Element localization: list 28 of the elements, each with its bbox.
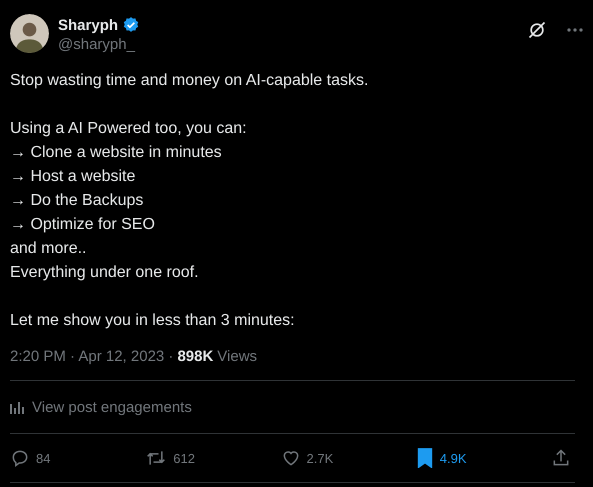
post-text-line: → Optimize for SEO xyxy=(10,215,155,235)
share-icon xyxy=(551,448,571,468)
bar-chart-icon xyxy=(10,400,24,414)
post-text-line: → Do the Backups xyxy=(10,191,144,211)
slashed-circle-icon[interactable] xyxy=(527,20,547,40)
post-text-line: → Host a website xyxy=(10,167,136,187)
post-text-line: Stop wasting time and money on AI-capable tasks. xyxy=(10,71,368,91)
bookmark-button[interactable]: 4.9K xyxy=(416,448,540,468)
views-count: 898K xyxy=(177,348,214,365)
post-text-line: Let me show you in less than 3 minutes: xyxy=(10,311,295,331)
views-label: Views xyxy=(217,348,258,365)
author-name[interactable]: Sharyph xyxy=(58,16,118,34)
view-engagements-link[interactable]: View post engagements xyxy=(10,398,192,416)
post-text-line: Everything under one roof. xyxy=(10,263,199,283)
author-handle[interactable]: @sharyph_ xyxy=(58,36,140,53)
share-button[interactable] xyxy=(551,448,571,468)
like-button[interactable]: 2.7K xyxy=(280,448,404,468)
post-text-line: → Clone a website in minutes xyxy=(10,143,222,163)
heart-icon xyxy=(280,448,300,468)
repost-button[interactable]: 612 xyxy=(145,448,270,468)
timestamp[interactable]: 2:20 PM · Apr 12, 2023 · xyxy=(10,348,174,365)
more-icon[interactable] xyxy=(567,28,583,32)
bookmark-icon xyxy=(416,448,434,468)
reply-icon xyxy=(10,448,30,468)
avatar[interactable] xyxy=(10,14,49,53)
post-text-line: Using a AI Powered too, you can: xyxy=(10,119,247,139)
reply-button[interactable]: 84 xyxy=(10,448,134,468)
post-text-line: and more.. xyxy=(10,239,86,259)
